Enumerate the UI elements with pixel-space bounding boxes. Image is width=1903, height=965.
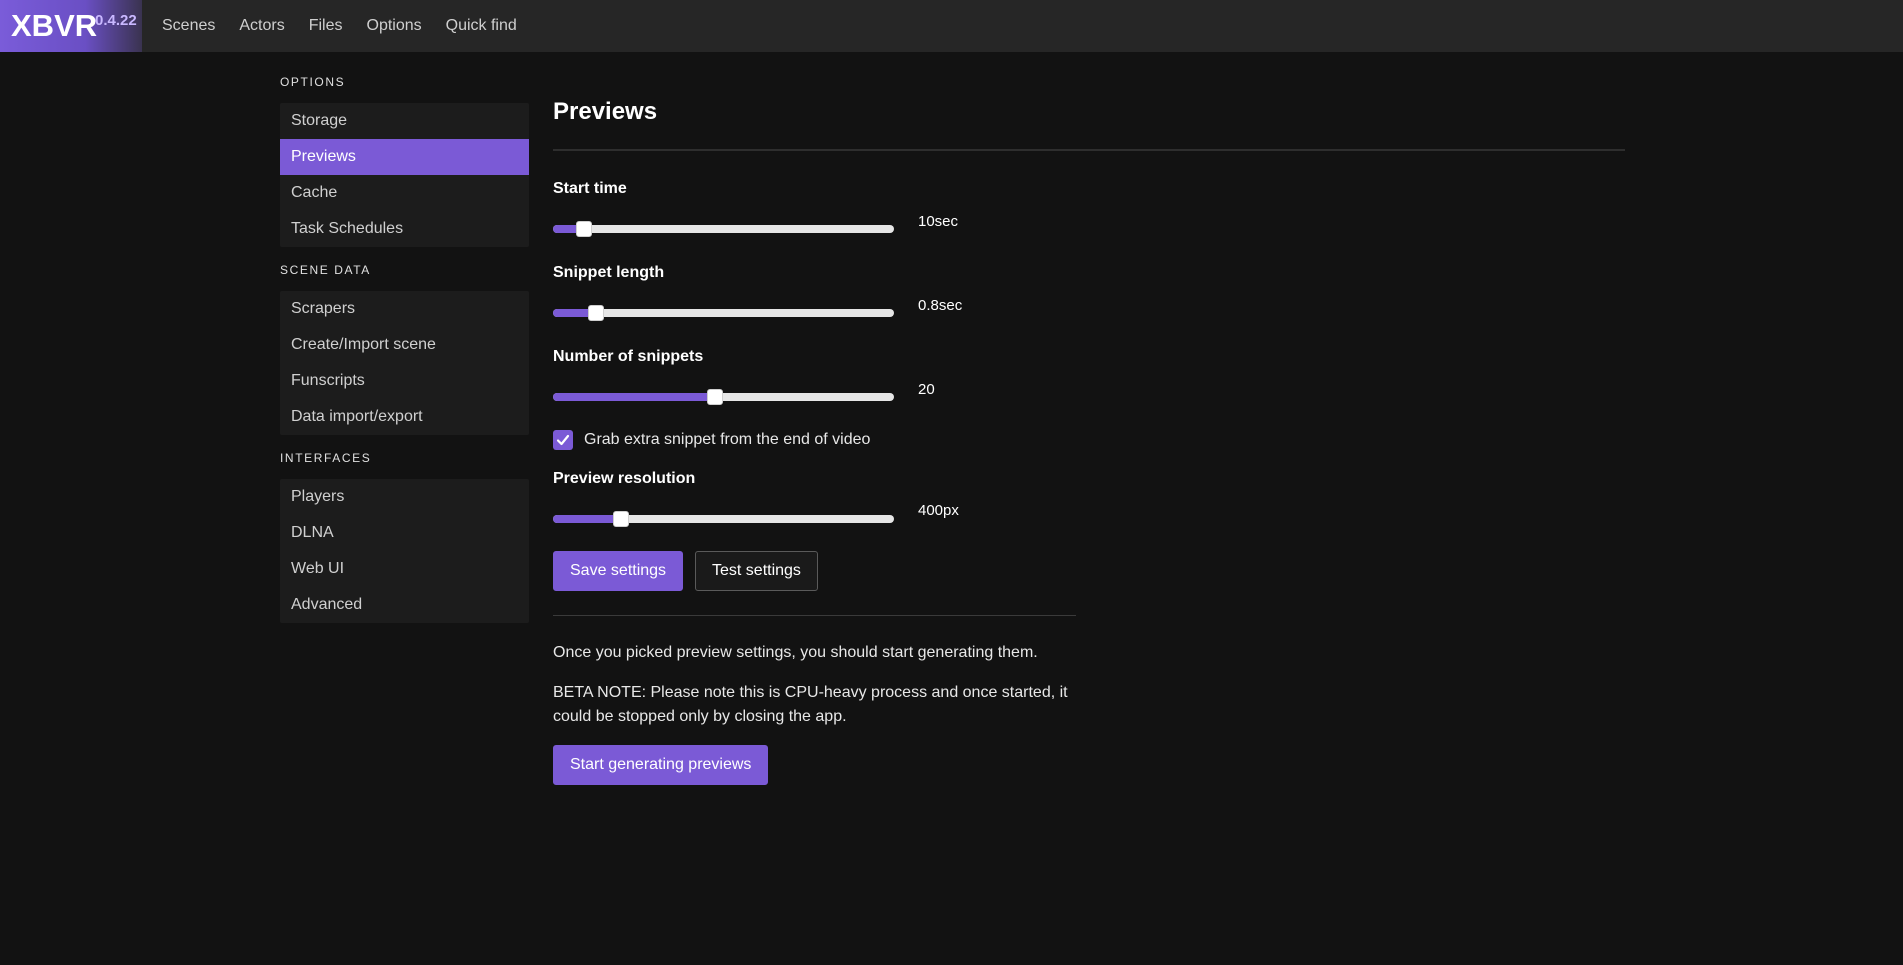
brand-logo[interactable]: XBVR 0.4.22 [0, 0, 142, 52]
page-title: Previews [553, 98, 658, 125]
menu-label-scene-data: Scene data [280, 263, 371, 277]
snippet-length-slider-thumb[interactable] [587, 305, 604, 321]
menu-label-interfaces: Interfaces [280, 451, 372, 465]
preview-resolution-slider-fill [553, 515, 622, 523]
snippet-length-label: Snippet length [553, 264, 665, 281]
options-sidebar: Options Storage Previews Cache Task Sche… [280, 70, 529, 636]
menu-list-interfaces: Players DLNA Web UI Advanced [280, 479, 529, 623]
sidebar-item-cache[interactable]: Cache [280, 175, 529, 211]
sidebar-item-advanced[interactable]: Advanced [280, 587, 529, 623]
start-time-slider-thumb[interactable] [575, 221, 592, 237]
info-text: Once you picked preview settings, you sh… [553, 644, 1038, 661]
checkbox-check-icon[interactable] [553, 430, 573, 450]
snippet-length-value: 0.8sec [918, 297, 963, 314]
nav-item-options[interactable]: Options [367, 17, 422, 35]
grab-extra-snippet-checkbox[interactable]: Grab extra snippet from the end of video [553, 430, 870, 450]
nav-item-quick-find[interactable]: Quick find [446, 17, 517, 35]
snippet-length-slider[interactable] [553, 305, 894, 321]
nav-item-scenes[interactable]: Scenes [162, 17, 215, 35]
sidebar-item-scrapers[interactable]: Scrapers [280, 291, 529, 327]
sidebar-item-data-import-export[interactable]: Data import/export [280, 399, 529, 435]
brand-name: XBVR [11, 8, 98, 43]
nav-item-actors[interactable]: Actors [239, 17, 284, 35]
number-of-snippets-label: Number of snippets [553, 348, 704, 365]
number-of-snippets-value: 20 [918, 381, 935, 398]
previews-panel: Previews [553, 98, 1625, 151]
beta-note-line-1: BETA NOTE: Please note this is CPU-heavy… [553, 684, 1068, 701]
number-of-snippets-slider[interactable] [553, 389, 894, 405]
preview-resolution-slider-thumb[interactable] [613, 511, 630, 527]
number-of-snippets-slider-fill [553, 393, 715, 401]
title-divider [553, 149, 1625, 151]
number-of-snippets-slider-thumb[interactable] [706, 389, 723, 405]
sidebar-item-web-ui[interactable]: Web UI [280, 551, 529, 587]
sidebar-item-task-schedules[interactable]: Task Schedules [280, 211, 529, 247]
sidebar-item-create-import-scene[interactable]: Create/Import scene [280, 327, 529, 363]
nav-menu: Scenes Actors Files Options Quick find [162, 0, 541, 52]
sidebar-item-funscripts[interactable]: Funscripts [280, 363, 529, 399]
menu-label-options: Options [280, 75, 346, 89]
menu-list-scene-data: Scrapers Create/Import scene Funscripts … [280, 291, 529, 435]
nav-item-files[interactable]: Files [309, 17, 343, 35]
start-time-label: Start time [553, 180, 627, 197]
section-divider [553, 615, 1076, 616]
preview-resolution-slider[interactable] [553, 511, 894, 527]
grab-extra-snippet-label: Grab extra snippet from the end of video [584, 431, 871, 448]
start-time-value: 10sec [918, 213, 959, 230]
preview-resolution-label: Preview resolution [553, 470, 696, 487]
preview-resolution-value: 400px [918, 502, 959, 519]
test-settings-button[interactable]: Test settings [695, 551, 818, 591]
sidebar-item-storage[interactable]: Storage [280, 103, 529, 139]
menu-list-options: Storage Previews Cache Task Schedules [280, 103, 529, 247]
sidebar-item-players[interactable]: Players [280, 479, 529, 515]
beta-note-line-2: could be stopped only by closing the app… [553, 708, 847, 725]
brand-version: 0.4.22 [95, 12, 137, 29]
start-time-slider[interactable] [553, 221, 894, 237]
top-navbar: XBVR 0.4.22 Scenes Actors Files Options … [0, 0, 1903, 52]
start-generating-previews-button[interactable]: Start generating previews [553, 745, 769, 785]
sidebar-item-previews[interactable]: Previews [280, 139, 529, 175]
sidebar-item-dlna[interactable]: DLNA [280, 515, 529, 551]
save-settings-button[interactable]: Save settings [553, 551, 684, 591]
